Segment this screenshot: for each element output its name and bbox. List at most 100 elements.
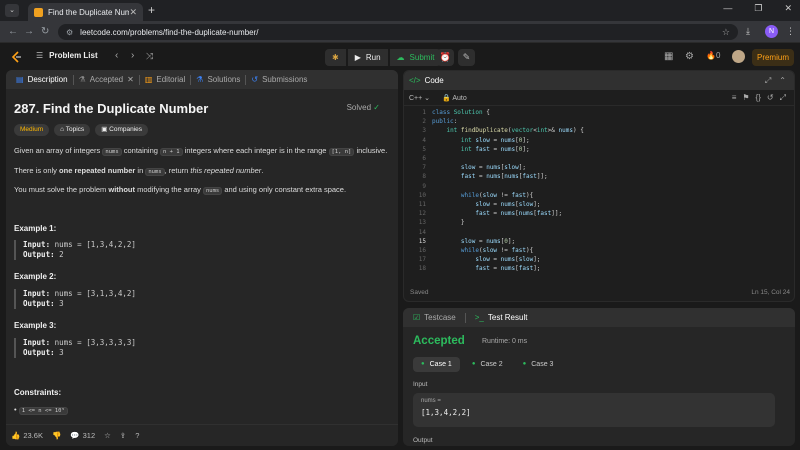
- case-tab[interactable]: ● Case 3: [515, 357, 562, 372]
- language-label: C++: [409, 94, 423, 102]
- code-line[interactable]: 14: [404, 229, 794, 238]
- braces-icon[interactable]: {}: [756, 93, 761, 103]
- tab-editorial[interactable]: ▥ Editorial: [140, 75, 190, 84]
- like-button[interactable]: 👍 23.6K: [11, 431, 43, 440]
- code-line[interactable]: 11 slow = nums[slow];: [404, 201, 794, 210]
- code-line[interactable]: 17 slow = nums[slow];: [404, 256, 794, 265]
- constraint-code: 1 <= n <= 10⁵: [18, 407, 68, 415]
- random-problem-icon[interactable]: ⤨: [146, 51, 153, 62]
- tab-test-result[interactable]: >_ Test Result: [470, 313, 533, 322]
- code-line[interactable]: 3 int findDuplicate(vector<int>& nums) {: [404, 127, 794, 136]
- tab-submissions[interactable]: ↺ Submissions: [246, 75, 312, 84]
- streak-count: 0: [715, 51, 721, 60]
- tab-testcase[interactable]: ☑ Testcase: [408, 313, 461, 322]
- minimize-icon[interactable]: —: [723, 3, 732, 14]
- panel-resize-handle[interactable]: [403, 303, 795, 306]
- profile-avatar[interactable]: N: [765, 25, 778, 38]
- share-icon[interactable]: ⇪: [120, 431, 126, 440]
- help-icon[interactable]: ?: [135, 431, 139, 440]
- reset-icon[interactable]: ↺: [767, 93, 774, 103]
- cursor-position: Ln 15, Col 24: [751, 288, 790, 296]
- problem-list-button[interactable]: ☰ Problem List: [36, 51, 98, 60]
- tab-description-label: Description: [27, 75, 68, 84]
- line-number: 6: [422, 155, 426, 162]
- code-text: }: [432, 219, 465, 227]
- run-button[interactable]: ▶ Run: [347, 49, 388, 66]
- topics-button[interactable]: ⌂ Topics: [54, 124, 91, 136]
- close-tab-icon[interactable]: ✕: [129, 7, 137, 18]
- case-tab[interactable]: ● Case 2: [464, 357, 511, 372]
- star-icon[interactable]: ☆: [104, 431, 111, 440]
- site-info-icon[interactable]: ⚙: [66, 28, 73, 37]
- user-avatar[interactable]: [732, 50, 745, 63]
- reload-icon[interactable]: ↻: [41, 26, 49, 37]
- example-input: nums = [3,1,3,4,2]: [54, 289, 136, 298]
- tab-accepted[interactable]: ⚗ Accepted ✕: [74, 75, 139, 84]
- editor-actions: ≡ ⚑ {} ↺ ⤢: [732, 93, 794, 103]
- expand-icon[interactable]: ⤢: [765, 76, 771, 86]
- book-icon: ▥: [144, 75, 153, 84]
- close-tab-icon[interactable]: ✕: [127, 75, 134, 84]
- leetcode-logo-icon[interactable]: [11, 51, 22, 63]
- code-line[interactable]: 12 fast = nums[nums[fast]];: [404, 210, 794, 219]
- dislike-button[interactable]: 👎: [52, 431, 61, 440]
- fullscreen-icon[interactable]: ⤢: [780, 93, 786, 103]
- auto-mode-toggle[interactable]: 🔒 Auto: [442, 94, 467, 102]
- code-line[interactable]: 4 int slow = nums[0];: [404, 137, 794, 146]
- code-icon: </>: [409, 76, 421, 85]
- code-line[interactable]: 13 }: [404, 219, 794, 228]
- prev-problem-icon[interactable]: ‹: [115, 50, 118, 61]
- timer-icon[interactable]: ⏰: [437, 49, 454, 66]
- forward-icon[interactable]: →: [24, 26, 34, 37]
- browser-menu-icon[interactable]: ⋮: [786, 26, 795, 37]
- next-problem-icon[interactable]: ›: [131, 50, 134, 61]
- companies-button[interactable]: ▣ Companies: [95, 124, 149, 136]
- submit-button[interactable]: ☁ Submit: [389, 49, 442, 66]
- tab-solutions[interactable]: ⚗ Solutions: [191, 75, 245, 84]
- code-line[interactable]: 18 fast = nums[fast];: [404, 265, 794, 274]
- bookmark-star-icon[interactable]: ☆: [722, 27, 730, 38]
- example-title: Example 1:: [14, 224, 57, 233]
- code-editor[interactable]: 1 class Solution {2 public: 3 int findDupli…: [404, 109, 794, 279]
- line-number: 2: [422, 118, 426, 126]
- tab-divider: [464, 312, 466, 323]
- code-line[interactable]: 9: [404, 183, 794, 192]
- code-line[interactable]: 7 slow = nums[slow];: [404, 164, 794, 173]
- back-icon[interactable]: ←: [8, 26, 18, 37]
- code-line[interactable]: 1 class Solution {: [404, 109, 794, 118]
- code-line[interactable]: 16 while(slow != fast){: [404, 247, 794, 256]
- case-tab[interactable]: ● Case 1: [413, 357, 460, 372]
- tab-search-icon[interactable]: ⌄: [5, 4, 19, 17]
- run-controls: ✱ ▶ Run ☁ Submit: [325, 49, 442, 66]
- code-line[interactable]: 10 while(slow != fast){: [404, 192, 794, 201]
- restore-icon[interactable]: ❐: [754, 3, 762, 14]
- language-select[interactable]: C++ ⌄: [409, 94, 430, 102]
- difficulty-badge[interactable]: Medium: [14, 124, 50, 136]
- tab-description[interactable]: ▤ Description: [11, 75, 73, 84]
- description-footer: 👍 23.6K 👎 💬 312 ☆ ⇪ ?: [6, 424, 398, 446]
- input-value-box: nums = [1,3,4,2,2]: [413, 393, 775, 427]
- browser-tab[interactable]: Find the Duplicate Number - Le ✕: [28, 3, 143, 21]
- code-line[interactable]: 6: [404, 155, 794, 164]
- download-icon[interactable]: ⤓: [746, 26, 750, 37]
- code-line[interactable]: 5 int fast = nums[0];: [404, 146, 794, 155]
- case-label: Case 3: [531, 361, 554, 368]
- layout-icon[interactable]: ▦: [664, 51, 673, 62]
- comments-button[interactable]: 💬 312: [70, 431, 95, 440]
- code-line[interactable]: 2 public:: [404, 118, 794, 127]
- cloud-upload-icon: ☁: [396, 53, 405, 62]
- code-line[interactable]: 15 slow = nums[0];: [404, 238, 794, 247]
- debug-button[interactable]: ✱: [325, 49, 346, 66]
- url-field[interactable]: ⚙ leetcode.com/problems/find-the-duplica…: [58, 24, 738, 40]
- settings-icon[interactable]: ⚙: [685, 51, 694, 62]
- code-line[interactable]: 8 fast = nums[nums[fast]];: [404, 173, 794, 182]
- bug-icon: ✱: [332, 53, 339, 62]
- collapse-icon[interactable]: ⌃: [779, 76, 786, 86]
- format-icon[interactable]: ≡: [732, 93, 737, 103]
- bookmark-icon[interactable]: ⚑: [742, 93, 749, 103]
- notes-icon[interactable]: ✎: [458, 49, 475, 66]
- streak-counter[interactable]: 🔥0: [706, 51, 720, 60]
- close-window-icon[interactable]: ✕: [784, 3, 792, 14]
- premium-button[interactable]: Premium: [752, 49, 794, 66]
- new-tab-icon[interactable]: +: [148, 3, 155, 17]
